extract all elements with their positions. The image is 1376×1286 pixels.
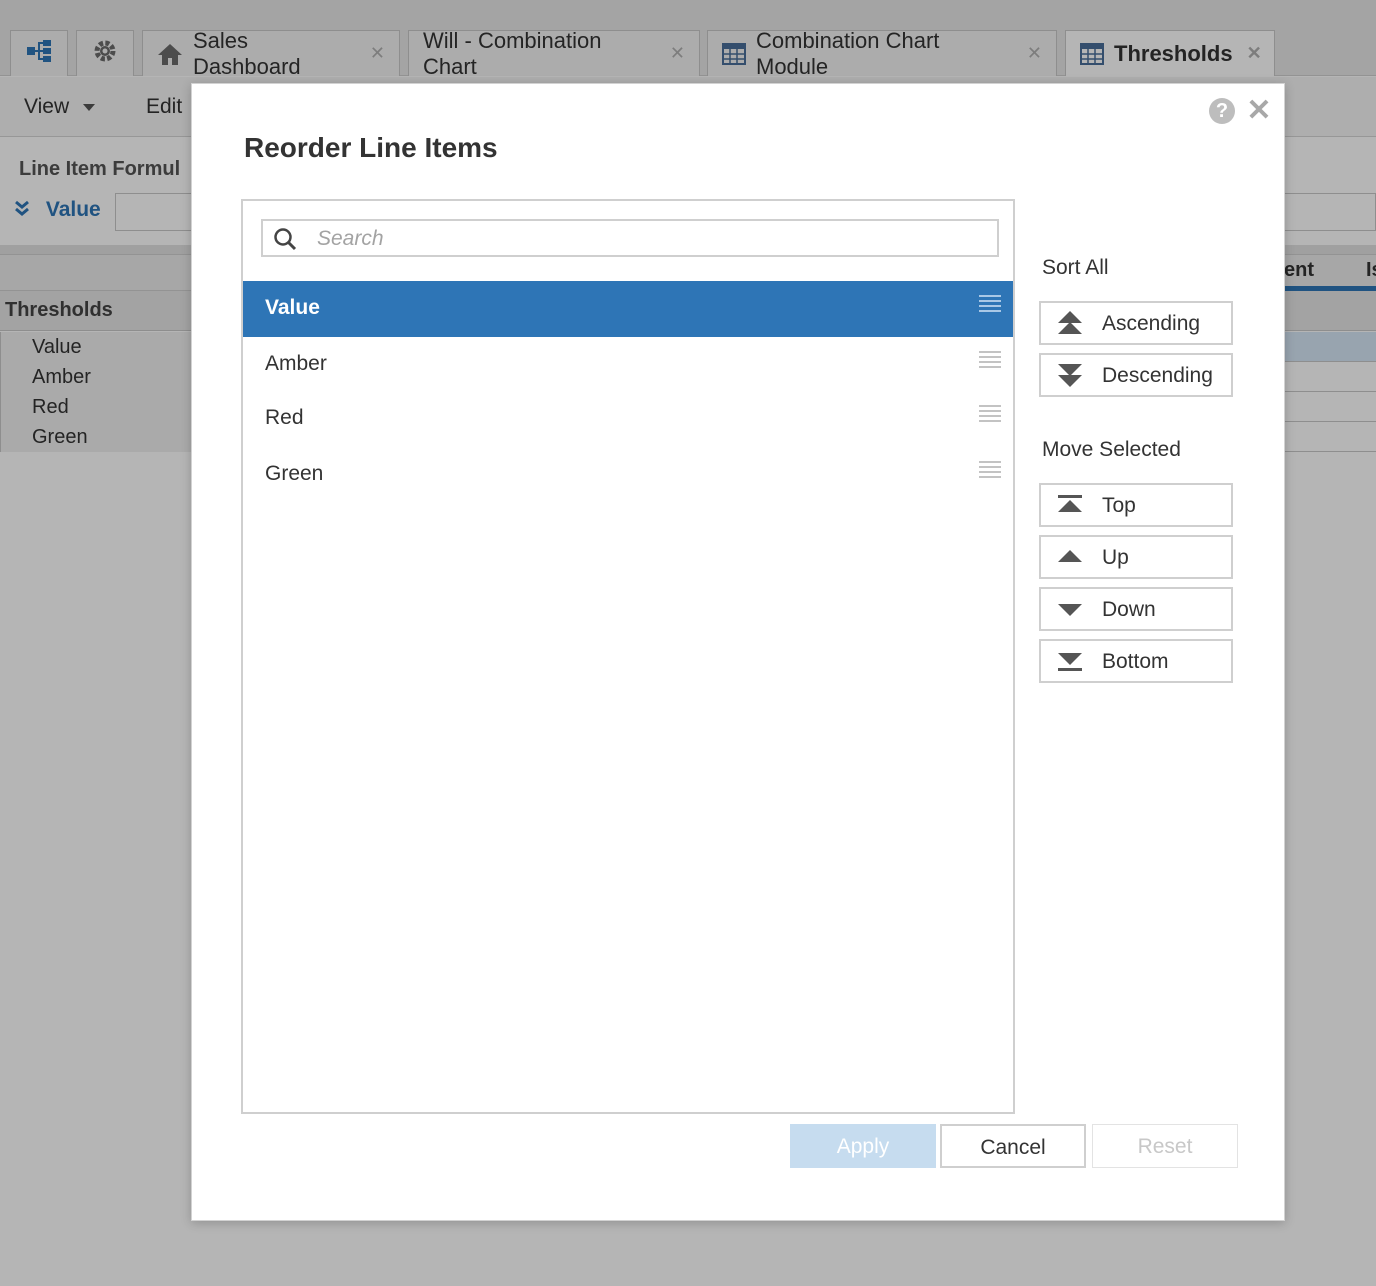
list-item-red[interactable]: Red <box>243 391 1013 447</box>
sort-all-label: Sort All <box>1042 256 1109 279</box>
move-top-button[interactable]: Top <box>1039 483 1233 527</box>
move-selected-label: Move Selected <box>1042 438 1181 461</box>
move-down-label: Down <box>1102 598 1156 621</box>
sort-ascending-button[interactable]: Ascending <box>1039 301 1233 345</box>
arrow-down-icon <box>1057 596 1083 622</box>
list-item-label: Amber <box>265 352 327 375</box>
list-item-label: Green <box>265 462 324 485</box>
list-item-green[interactable]: Green <box>243 447 1013 503</box>
line-items-list: Value Amber Red Green <box>241 199 1015 1114</box>
apply-button[interactable]: Apply <box>790 1124 936 1168</box>
reorder-line-items-dialog: ? ✕ Reorder Line Items Value Amber Red G… <box>191 83 1285 1221</box>
help-icon[interactable]: ? <box>1209 98 1235 124</box>
list-item-label: Value <box>265 296 320 319</box>
search-input[interactable] <box>317 225 987 253</box>
drag-handle-icon[interactable] <box>979 461 1001 479</box>
drag-handle-icon[interactable] <box>979 351 1001 369</box>
sort-descending-button[interactable]: Descending <box>1039 353 1233 397</box>
move-to-top-icon <box>1057 492 1083 518</box>
move-top-label: Top <box>1102 494 1136 517</box>
drag-handle-icon[interactable] <box>979 295 1001 313</box>
drag-handle-icon[interactable] <box>979 405 1001 423</box>
reset-button[interactable]: Reset <box>1092 1124 1238 1168</box>
move-up-label: Up <box>1102 546 1129 569</box>
sort-ascending-label: Ascending <box>1102 312 1201 335</box>
close-icon[interactable]: ✕ <box>1246 96 1272 126</box>
sort-descending-label: Descending <box>1102 364 1213 387</box>
dialog-title: Reorder Line Items <box>244 132 498 163</box>
arrow-up-icon <box>1057 544 1083 570</box>
sort-ascending-icon <box>1057 310 1083 336</box>
move-up-button[interactable]: Up <box>1039 535 1233 579</box>
move-bottom-button[interactable]: Bottom <box>1039 639 1233 683</box>
move-bottom-label: Bottom <box>1102 650 1169 673</box>
move-down-button[interactable]: Down <box>1039 587 1233 631</box>
search-box <box>261 219 999 257</box>
list-item-amber[interactable]: Amber <box>243 337 1013 393</box>
cancel-button[interactable]: Cancel <box>940 1124 1086 1168</box>
sort-descending-icon <box>1057 362 1083 388</box>
list-item-label: Red <box>265 406 304 429</box>
search-icon <box>273 227 297 251</box>
move-to-bottom-icon <box>1057 648 1083 674</box>
list-item-value[interactable]: Value <box>243 281 1013 337</box>
